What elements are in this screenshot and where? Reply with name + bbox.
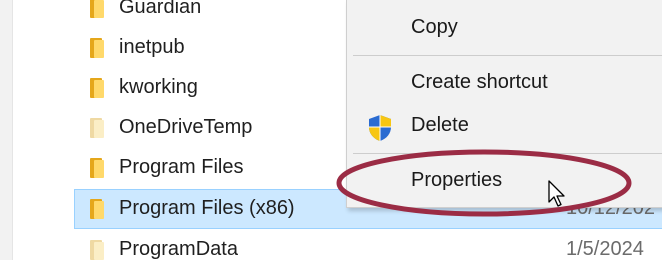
annotation-highlight-ellipse bbox=[336, 149, 632, 217]
file-name: inetpub bbox=[119, 36, 185, 58]
menu-item-label: Create shortcut bbox=[411, 71, 548, 93]
file-name: kworking bbox=[119, 76, 198, 98]
folder-icon bbox=[90, 158, 106, 178]
folder-icon bbox=[90, 38, 106, 58]
pane-divider bbox=[12, 0, 13, 260]
folder-icon bbox=[90, 199, 106, 219]
menu-item-delete[interactable]: Delete bbox=[347, 104, 662, 148]
file-name: Program Files (x86) bbox=[119, 197, 295, 219]
file-name: OneDriveTemp bbox=[119, 116, 253, 138]
menu-separator bbox=[353, 55, 662, 56]
date-modified: 1/5/2024 bbox=[566, 238, 644, 260]
folder-icon bbox=[90, 118, 106, 138]
menu-item-label: Delete bbox=[411, 114, 469, 136]
folder-icon bbox=[90, 240, 106, 260]
folder-icon bbox=[90, 78, 106, 98]
folder-icon bbox=[90, 0, 106, 18]
menu-item-label: Copy bbox=[411, 16, 458, 38]
menu-item-create-shortcut[interactable]: Create shortcut bbox=[347, 61, 662, 105]
file-name: Guardian bbox=[119, 0, 202, 18]
file-name: Program Files bbox=[119, 156, 244, 178]
list-item-programdata[interactable]: ProgramData 1/5/2024 bbox=[74, 230, 662, 270]
file-name: ProgramData bbox=[119, 238, 238, 260]
uac-shield-icon bbox=[369, 115, 391, 141]
menu-item-copy[interactable]: Copy bbox=[347, 6, 662, 50]
mouse-pointer-icon bbox=[548, 180, 565, 207]
navigation-pane bbox=[0, 0, 12, 260]
